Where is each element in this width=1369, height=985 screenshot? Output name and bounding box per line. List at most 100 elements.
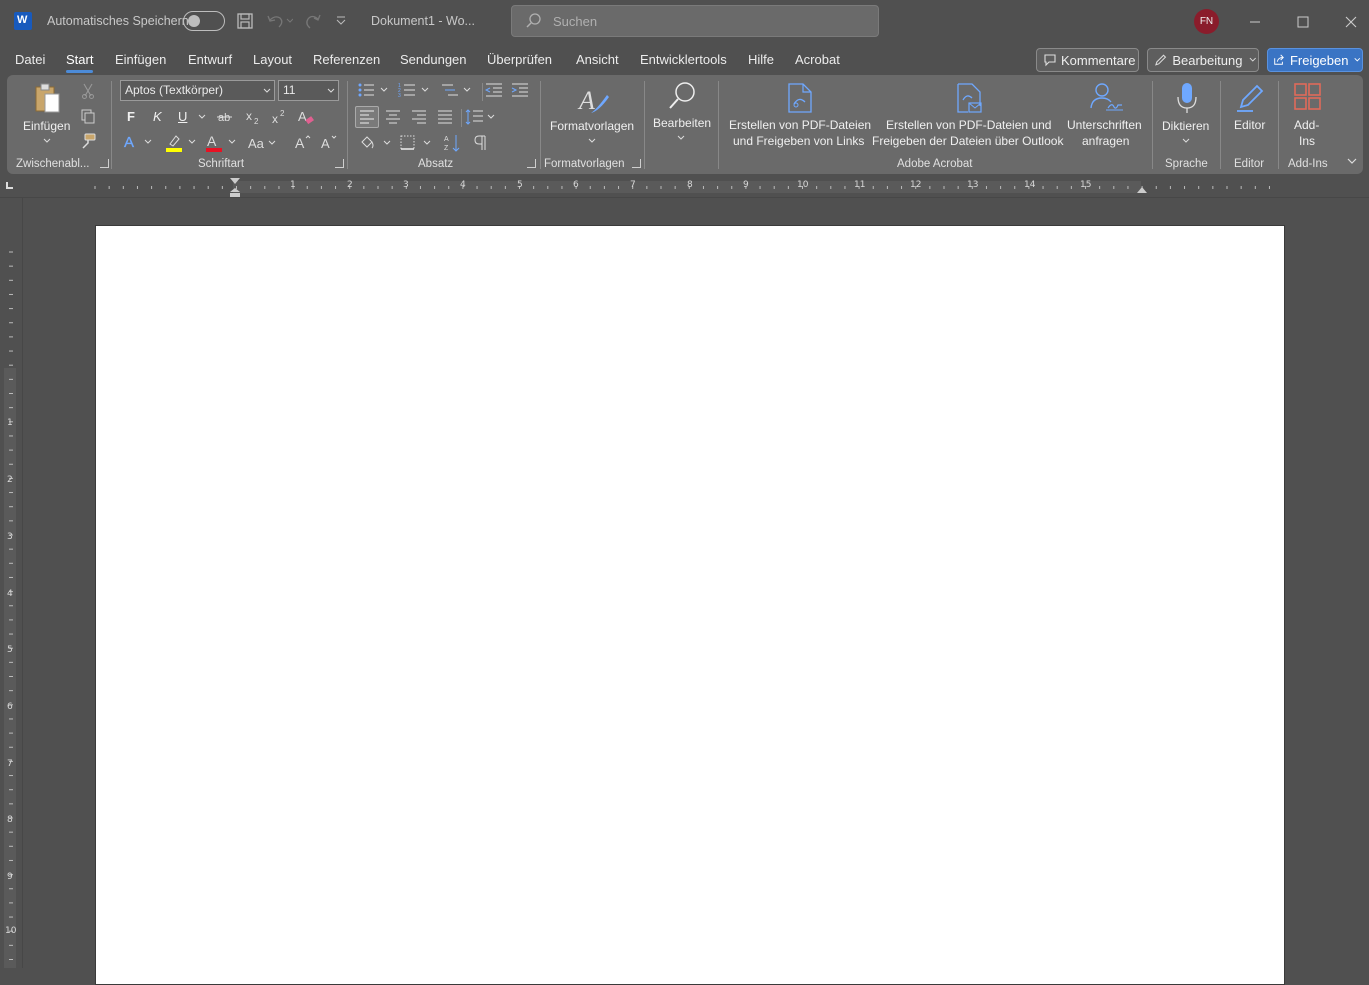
- tab-referenzen[interactable]: Referenzen: [313, 52, 380, 67]
- multilevel-list-icon[interactable]: [441, 82, 475, 98]
- right-indent-marker[interactable]: [1136, 186, 1148, 194]
- minimize-icon[interactable]: [1243, 10, 1267, 34]
- request-signatures-icon[interactable]: [1088, 82, 1124, 112]
- format-painter-icon[interactable]: [80, 133, 96, 149]
- styles-dialog-launcher[interactable]: [632, 159, 641, 168]
- text-effects-icon[interactable]: A: [123, 133, 155, 151]
- close-icon[interactable]: [1339, 10, 1363, 34]
- font-name-combo[interactable]: Aptos (Textkörper): [120, 80, 275, 101]
- document-title[interactable]: Dokument1 - Wo...: [371, 14, 475, 28]
- tab-ansicht[interactable]: Ansicht: [576, 52, 619, 67]
- vertical-ruler[interactable]: 1 2 3 4 5 6 7 8 9 10: [0, 198, 23, 968]
- font-size-combo[interactable]: 11: [278, 80, 339, 101]
- tab-selector[interactable]: [6, 182, 13, 189]
- bullets-icon[interactable]: [357, 82, 391, 98]
- font-group-label: Schriftart: [198, 158, 245, 170]
- pdf-share-links-label-1[interactable]: Erstellen von PDF-Dateien: [729, 117, 871, 133]
- paragraph-dialog-launcher[interactable]: [527, 159, 536, 168]
- clipboard-dialog-launcher[interactable]: [100, 159, 109, 168]
- italic-button[interactable]: K: [153, 109, 162, 124]
- document-page[interactable]: [95, 225, 1285, 985]
- tab-ueberpruefen[interactable]: Überprüfen: [487, 52, 552, 67]
- dictate-label[interactable]: Diktieren: [1162, 118, 1209, 134]
- paste-icon[interactable]: [33, 82, 63, 116]
- tab-start[interactable]: Start: [66, 52, 94, 73]
- justify-icon[interactable]: [437, 109, 453, 125]
- paste-label[interactable]: Einfügen: [23, 118, 70, 134]
- copy-icon[interactable]: [80, 108, 96, 124]
- first-line-indent-marker[interactable]: [229, 177, 241, 185]
- chevron-down-icon[interactable]: [1182, 137, 1190, 145]
- pdf-share-links-icon[interactable]: [785, 82, 815, 114]
- font-dialog-launcher[interactable]: [335, 159, 344, 168]
- chevron-down-icon[interactable]: [43, 137, 51, 145]
- pdf-share-links-label-2[interactable]: und Freigeben von Links: [733, 133, 864, 149]
- editor-icon[interactable]: [1233, 81, 1267, 115]
- align-right-icon[interactable]: [411, 109, 427, 125]
- chevron-down-icon[interactable]: [588, 137, 596, 145]
- decrease-indent-icon[interactable]: [485, 82, 503, 98]
- maximize-icon[interactable]: [1291, 10, 1315, 34]
- find-icon[interactable]: [667, 81, 697, 111]
- chevron-down-icon[interactable]: [677, 134, 685, 142]
- autosave-toggle[interactable]: [183, 11, 225, 31]
- numbering-icon[interactable]: 123: [398, 82, 432, 98]
- tab-datei[interactable]: Datei: [15, 52, 45, 67]
- horizontal-ruler[interactable]: 1 2 3 4 5 6 7 8 9 10 11 12 13 14 15: [0, 176, 1369, 198]
- styles-button-label[interactable]: Formatvorlagen: [550, 118, 634, 134]
- share-button[interactable]: Freigeben: [1267, 48, 1363, 72]
- addins-label-2[interactable]: Ins: [1299, 133, 1315, 149]
- chevron-down-icon[interactable]: [198, 113, 206, 121]
- tab-entwicklertools[interactable]: Entwicklertools: [640, 52, 727, 67]
- tab-sendungen[interactable]: Sendungen: [400, 52, 467, 67]
- strikethrough-icon[interactable]: ab: [216, 109, 234, 125]
- hanging-indent-marker[interactable]: [229, 187, 241, 197]
- customize-quick-access-icon[interactable]: [335, 14, 347, 26]
- line-spacing-icon[interactable]: [465, 108, 497, 126]
- tab-layout[interactable]: Layout: [253, 52, 292, 67]
- ribbon: Einfügen Zwischenabl... Aptos (Textkörpe…: [7, 75, 1363, 174]
- shrink-font-icon[interactable]: A: [320, 134, 338, 150]
- font-color-icon[interactable]: A: [205, 133, 239, 153]
- show-formatting-marks-icon[interactable]: [473, 135, 487, 151]
- highlight-color-icon[interactable]: [165, 133, 199, 153]
- tab-entwurf[interactable]: Entwurf: [188, 52, 232, 67]
- word-app-icon[interactable]: W: [14, 12, 32, 30]
- undo-icon[interactable]: [265, 12, 293, 30]
- comments-label: Kommentare: [1061, 52, 1136, 68]
- change-case-icon[interactable]: Aa: [247, 135, 279, 151]
- subscript-icon[interactable]: x2: [245, 109, 263, 125]
- comments-button[interactable]: Kommentare: [1036, 48, 1139, 72]
- save-icon[interactable]: [236, 12, 254, 30]
- clear-formatting-icon[interactable]: A: [297, 108, 315, 126]
- user-avatar[interactable]: FN: [1194, 9, 1219, 34]
- sort-icon[interactable]: AZ: [443, 133, 461, 153]
- editing-mode-button[interactable]: Bearbeitung: [1147, 48, 1259, 72]
- addins-icon[interactable]: [1293, 82, 1323, 112]
- shading-icon[interactable]: [359, 134, 393, 152]
- tab-acrobat[interactable]: Acrobat: [795, 52, 840, 67]
- editor-button-label[interactable]: Editor: [1234, 117, 1265, 133]
- superscript-icon[interactable]: x2: [271, 109, 289, 125]
- increase-indent-icon[interactable]: [511, 82, 529, 98]
- bold-button[interactable]: F: [127, 109, 135, 124]
- styles-icon[interactable]: A: [577, 83, 611, 117]
- search-box[interactable]: Suchen: [511, 5, 879, 37]
- tab-hilfe[interactable]: Hilfe: [748, 52, 774, 67]
- request-signatures-label-1[interactable]: Unterschriften: [1067, 117, 1142, 133]
- request-signatures-label-2[interactable]: anfragen: [1082, 133, 1129, 149]
- microphone-icon[interactable]: [1175, 81, 1199, 115]
- pdf-share-outlook-icon[interactable]: [954, 82, 984, 114]
- pdf-share-outlook-label-1[interactable]: Erstellen von PDF-Dateien und: [886, 117, 1051, 133]
- ruler-number: 13: [967, 180, 979, 190]
- collapse-ribbon-icon[interactable]: [1346, 155, 1358, 167]
- align-center-icon[interactable]: [385, 109, 401, 125]
- pdf-share-outlook-label-2[interactable]: Freigeben der Dateien über Outlook: [872, 133, 1063, 149]
- addins-label-1[interactable]: Add-: [1294, 117, 1319, 133]
- editing-button-label[interactable]: Bearbeiten: [653, 115, 711, 131]
- borders-icon[interactable]: [399, 134, 433, 152]
- redo-icon[interactable]: [303, 12, 323, 30]
- tab-einfuegen[interactable]: Einfügen: [115, 52, 166, 67]
- underline-button[interactable]: U: [178, 109, 187, 124]
- grow-font-icon[interactable]: A: [294, 134, 312, 150]
